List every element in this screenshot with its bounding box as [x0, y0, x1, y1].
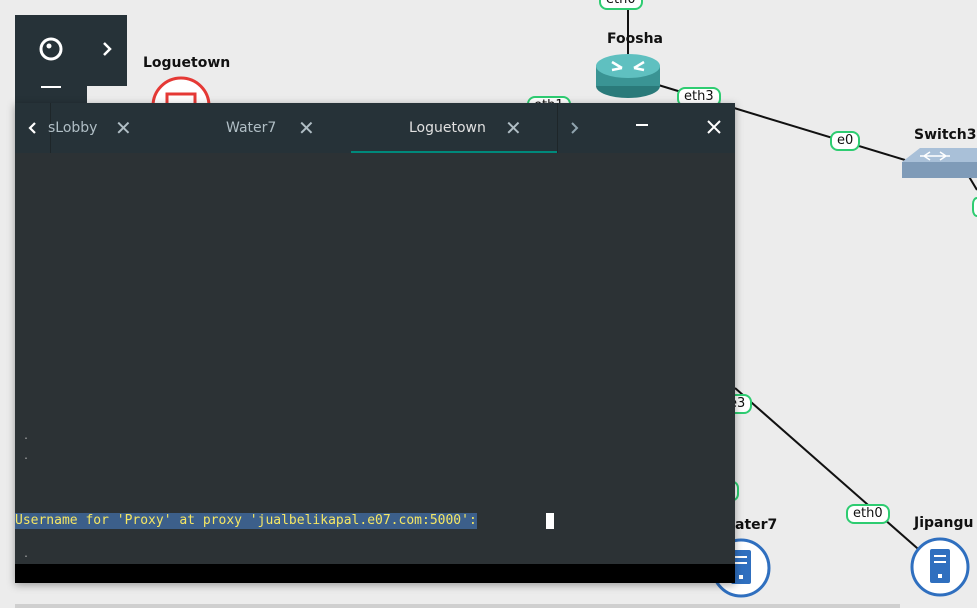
app-toolbar — [15, 15, 127, 86]
switch3-icon[interactable] — [902, 148, 977, 178]
loguetown-label: Loguetown — [143, 55, 231, 71]
tab-loguetown[interactable]: Loguetown ✕ — [351, 103, 557, 153]
port-jipangu-eth0: eth0 — [846, 504, 890, 524]
chevron-right-icon[interactable] — [97, 39, 117, 59]
chevron-left-icon — [27, 122, 36, 134]
minimize-button[interactable] — [627, 103, 657, 153]
terminal-footer — [15, 564, 735, 583]
tab-slobby[interactable]: sLobby ✕ — [48, 103, 201, 153]
terminal-dot: . — [23, 451, 30, 462]
port-foosha-top: eth0 — [599, 0, 643, 10]
water7-label: ater7 — [735, 517, 778, 533]
close-icon[interactable]: ✕ — [115, 103, 132, 153]
tab-label: Water7 — [226, 120, 277, 136]
port-switch3-e0: e0 — [830, 131, 861, 151]
console-tab-bar: sLobby ✕ Water7 ✕ Loguetown ✕ — [15, 103, 735, 153]
tab-water7[interactable]: Water7 ✕ — [201, 103, 351, 153]
chevron-right-icon — [571, 122, 579, 134]
port-fragment — [972, 197, 977, 217]
minimize-icon — [636, 124, 648, 126]
toolbar-item-icon[interactable] — [41, 86, 61, 88]
terminal-dot: . — [23, 549, 30, 560]
tab-label: sLobby — [48, 120, 98, 136]
terminal-dot: . — [23, 431, 30, 442]
foosha-label: Foosha — [607, 31, 663, 47]
terminal-cursor — [546, 513, 554, 529]
terminal-prompt: Username for 'Proxy' at proxy 'jualbelik… — [15, 513, 477, 529]
chameleon-logo-icon[interactable] — [35, 33, 67, 65]
foosha-router-icon[interactable] — [596, 54, 660, 98]
jipangu-server-icon[interactable] — [910, 537, 970, 597]
close-icon[interactable]: ✕ — [298, 103, 315, 153]
switch3-label: Switch3 — [914, 127, 977, 143]
terminal-area[interactable]: . . . Username for 'Proxy' at proxy 'jua… — [15, 153, 735, 564]
tab-scroll-left-button[interactable] — [15, 103, 50, 153]
close-icon — [707, 120, 721, 134]
canvas-scrollbar[interactable] — [15, 604, 900, 608]
tab-scroll-right-button[interactable] — [558, 103, 590, 153]
jipangu-label: Jipangu — [914, 515, 974, 531]
tab-label: Loguetown — [409, 120, 486, 136]
close-icon[interactable]: ✕ — [505, 103, 522, 153]
close-console-button[interactable] — [699, 103, 729, 153]
console-window[interactable]: sLobby ✕ Water7 ✕ Loguetown ✕ . . . User… — [15, 103, 735, 583]
